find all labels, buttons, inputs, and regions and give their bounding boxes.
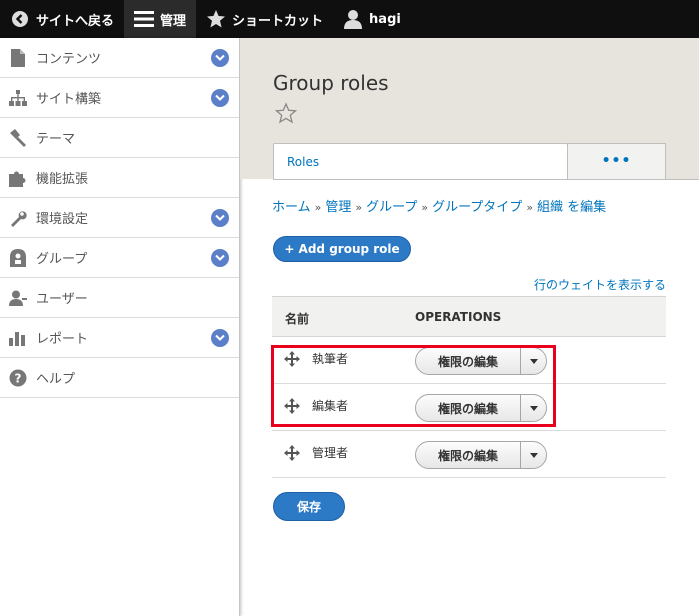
breadcrumb-separator: »: [355, 201, 363, 214]
chevron-down-icon[interactable]: [211, 249, 229, 267]
save-button[interactable]: 保存: [273, 492, 345, 521]
bar-chart-icon: [8, 328, 28, 348]
role-name: 管理者: [312, 446, 349, 460]
breadcrumb-group[interactable]: グループ: [366, 200, 417, 215]
help-icon: ?: [8, 368, 28, 388]
group-icon: [8, 248, 28, 268]
svg-text:?: ?: [15, 371, 22, 385]
breadcrumb: ホーム» 管理» グループ» グループタイプ» 組織 を編集: [272, 196, 606, 215]
breadcrumb-home[interactable]: ホーム: [272, 200, 311, 215]
table-row: 管理者 権限の編集: [272, 431, 666, 478]
file-icon: [8, 48, 28, 68]
sidebar-item-reports[interactable]: レポート: [0, 318, 239, 358]
sidebar-item-label: ユーザー: [36, 292, 88, 307]
wrench-icon: [8, 208, 28, 228]
paintbrush-icon: [8, 128, 28, 148]
column-header-name: 名前: [285, 312, 310, 326]
tab-roles[interactable]: Roles: [273, 143, 568, 180]
chevron-down-icon[interactable]: [211, 329, 229, 347]
breadcrumb-edit-organization[interactable]: 組織 を編集: [537, 200, 606, 215]
sidebar-item-help[interactable]: ? ヘルプ: [0, 358, 239, 398]
sidebar-item-label: 環境設定: [36, 212, 89, 227]
sidebar-item-label: テーマ: [36, 132, 76, 147]
show-row-weights-link[interactable]: 行のウェイトを表示する: [534, 276, 666, 293]
add-group-role-button[interactable]: + Add group role: [273, 236, 411, 262]
puzzle-icon: [8, 168, 28, 188]
tab-divider: [273, 179, 699, 180]
sidebar-item-content[interactable]: コンテンツ: [0, 38, 239, 78]
back-arrow-icon: [10, 9, 30, 29]
page-title: Group roles: [273, 71, 389, 95]
sidebar-item-label: ヘルプ: [36, 372, 76, 387]
drag-handle-icon[interactable]: [284, 445, 300, 461]
hamburger-icon: [134, 9, 155, 29]
manage-label: 管理: [160, 13, 187, 29]
chevron-down-icon[interactable]: [211, 49, 229, 67]
user-label: hagi: [369, 11, 401, 27]
breadcrumb-group-type[interactable]: グループタイプ: [432, 200, 522, 215]
star-icon: [206, 9, 226, 29]
tab-more[interactable]: •••: [567, 143, 666, 179]
user-tab[interactable]: hagi: [333, 0, 411, 38]
back-to-site-label: サイトへ戻る: [36, 13, 115, 29]
star-icon[interactable]: [274, 102, 298, 124]
sidebar-item-structure[interactable]: サイト構築: [0, 78, 239, 118]
sitemap-icon: [8, 88, 28, 108]
shortcuts-tab[interactable]: ショートカット: [196, 0, 333, 38]
manage-tab[interactable]: 管理: [124, 0, 197, 38]
sidebar-item-configuration[interactable]: 環境設定: [0, 198, 239, 238]
user-icon: [8, 288, 28, 308]
shortcuts-label: ショートカット: [232, 13, 324, 29]
breadcrumb-admin[interactable]: 管理: [325, 200, 351, 215]
chevron-down-icon[interactable]: [211, 89, 229, 107]
sidebar-item-extend[interactable]: 機能拡張: [0, 158, 239, 198]
sidebar-item-label: サイト構築: [36, 92, 102, 107]
edit-permissions-dropbutton: 権限の編集: [415, 441, 547, 469]
user-icon: [343, 9, 363, 29]
back-to-site-link[interactable]: サイトへ戻る: [0, 0, 124, 38]
highlight-annotation-box: [271, 345, 556, 427]
sidebar-item-group[interactable]: グループ: [0, 238, 239, 278]
admin-sidebar: コンテンツ サイト構築 テーマ 機能拡張 環境設定 グループ ユーザー レポート…: [0, 38, 240, 616]
sidebar-item-label: コンテンツ: [36, 52, 102, 67]
breadcrumb-separator: »: [526, 201, 534, 214]
breadcrumb-separator: »: [421, 201, 429, 214]
column-header-operations: OPERATIONS: [415, 310, 502, 324]
page-header: Group roles Roles •••: [240, 38, 699, 180]
sidebar-item-label: レポート: [36, 332, 89, 347]
table-header: 名前 OPERATIONS: [272, 296, 666, 337]
admin-toolbar: サイトへ戻る 管理 ショートカット hagi: [0, 0, 699, 38]
sidebar-item-label: 機能拡張: [36, 172, 89, 187]
sidebar-item-label: グループ: [36, 252, 88, 267]
edit-permissions-button[interactable]: 権限の編集: [416, 442, 521, 468]
breadcrumb-separator: »: [314, 201, 322, 214]
dropdown-toggle-icon[interactable]: [521, 442, 546, 468]
chevron-down-icon[interactable]: [211, 209, 229, 227]
sidebar-item-people[interactable]: ユーザー: [0, 278, 239, 318]
sidebar-item-appearance[interactable]: テーマ: [0, 118, 239, 158]
